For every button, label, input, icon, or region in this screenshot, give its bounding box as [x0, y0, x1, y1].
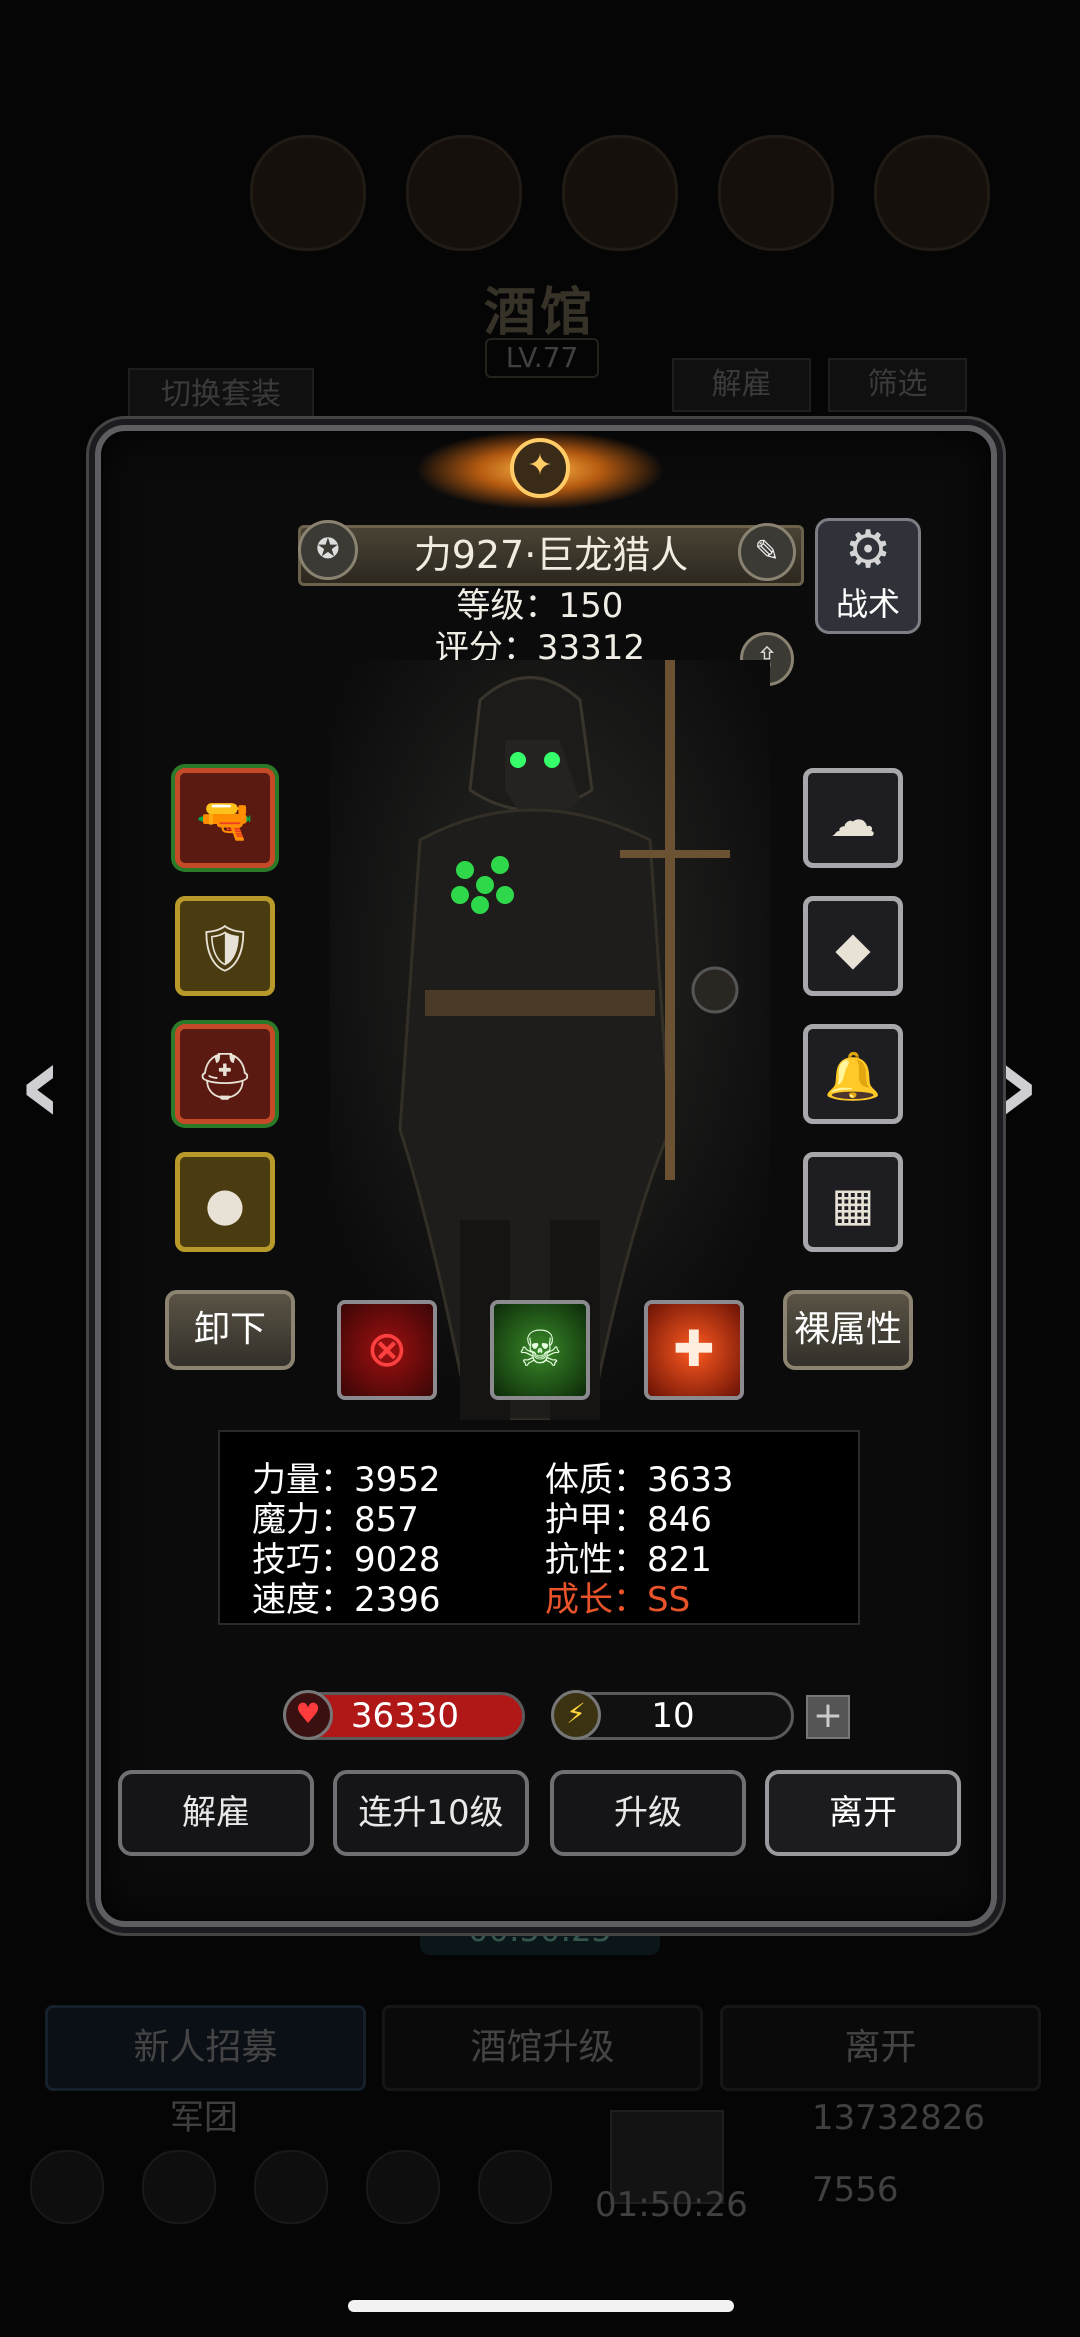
unequip-button[interactable]: 卸下: [165, 1290, 295, 1370]
new-recruit-tab: 新人招募: [45, 2005, 366, 2091]
target-skill-icon[interactable]: ⊗: [337, 1300, 437, 1400]
heart-icon: ♥: [283, 1690, 333, 1740]
helmet-icon: ⛑: [195, 1049, 255, 1103]
nav-icon: [254, 2150, 328, 2224]
gem-amount: 7556: [812, 2170, 899, 2210]
gold-amount: 13732826: [812, 2098, 986, 2138]
menu-icon: [562, 135, 678, 251]
menu-icon: [874, 135, 990, 251]
menu-icon: [250, 135, 366, 251]
dismiss-button[interactable]: 解雇: [118, 1770, 314, 1856]
tavern-title: 酒馆: [483, 283, 596, 343]
hero-name: 力927·巨龙猎人: [298, 525, 804, 586]
cloud-icon: ☁: [830, 793, 876, 847]
poison-skull-skill-icon[interactable]: ☠: [490, 1300, 590, 1400]
gem-icon: ◆: [835, 921, 871, 975]
helmet-slot[interactable]: ⛑: [175, 1024, 275, 1124]
bottom-icon-row: [30, 2150, 552, 2224]
weapon-pistol-slot[interactable]: 🔫: [175, 768, 275, 868]
prev-hero-arrow-icon[interactable]: ‹: [18, 1020, 63, 1148]
tactics-button[interactable]: ⚙ 战术: [815, 518, 921, 634]
menu-icon: [406, 135, 522, 251]
stats-box: 力量：3952 体质：3633 魔力：857 护甲：846 技巧：9028 抗性…: [218, 1430, 860, 1625]
armor-slot[interactable]: 🛡: [175, 896, 275, 996]
nav-icon: [478, 2150, 552, 2224]
emblem-icon: ✦: [510, 438, 570, 498]
chainmail-icon: ▦: [831, 1177, 875, 1231]
orb-slot[interactable]: ●: [175, 1152, 275, 1252]
bg-filter-button: 筛选: [828, 358, 967, 412]
nav-icon: [366, 2150, 440, 2224]
chest-timer: 01:50:26: [595, 2185, 748, 2225]
leave-button[interactable]: 离开: [765, 1770, 961, 1856]
raw-attributes-button[interactable]: 裸属性: [783, 1290, 913, 1370]
switch-set-button: 切换套装: [128, 368, 314, 422]
bg-leave-tab: 离开: [720, 2005, 1041, 2091]
top-icon-row: [250, 135, 1000, 251]
tavern-level: LV.77: [485, 338, 599, 378]
stat-speed: 速度：2396: [252, 1580, 441, 1620]
add-energy-button[interactable]: +: [806, 1695, 850, 1739]
armor-icon: 🛡: [195, 921, 255, 975]
tavern-upgrade-tab: 酒馆升级: [382, 2005, 703, 2091]
lightning-icon: ⚡: [551, 1690, 601, 1740]
edit-name-icon[interactable]: ✎: [738, 523, 796, 581]
nav-icon: [142, 2150, 216, 2224]
home-indicator[interactable]: [348, 2300, 734, 2312]
upgrade-10-button[interactable]: 连升10级: [333, 1770, 529, 1856]
chainmail-slot[interactable]: ▦: [803, 1152, 903, 1252]
energy-value: 10: [651, 1696, 695, 1736]
pistol-icon: 🔫: [196, 793, 254, 847]
orb-icon: ●: [204, 1177, 246, 1231]
bg-dismiss-button: 解雇: [672, 358, 811, 412]
gear-icon: ⚙: [844, 520, 892, 580]
tactics-label: 战术: [835, 585, 900, 623]
upgrade-button[interactable]: 升级: [550, 1770, 746, 1856]
medal-icon[interactable]: ✪: [298, 520, 358, 580]
menu-icon: [718, 135, 834, 251]
legion-label: 军团: [170, 2098, 238, 2138]
stat-growth: 成长：SS: [545, 1580, 691, 1620]
gem-ore-slot[interactable]: ◆: [803, 896, 903, 996]
next-hero-arrow-icon[interactable]: ›: [995, 1020, 1040, 1148]
nav-icon: [30, 2150, 104, 2224]
heal-cross-skill-icon[interactable]: ✚: [644, 1300, 744, 1400]
bell-slot[interactable]: 🔔: [803, 1024, 903, 1124]
bell-icon: 🔔: [824, 1049, 882, 1103]
cloud-accessory-slot[interactable]: ☁: [803, 768, 903, 868]
